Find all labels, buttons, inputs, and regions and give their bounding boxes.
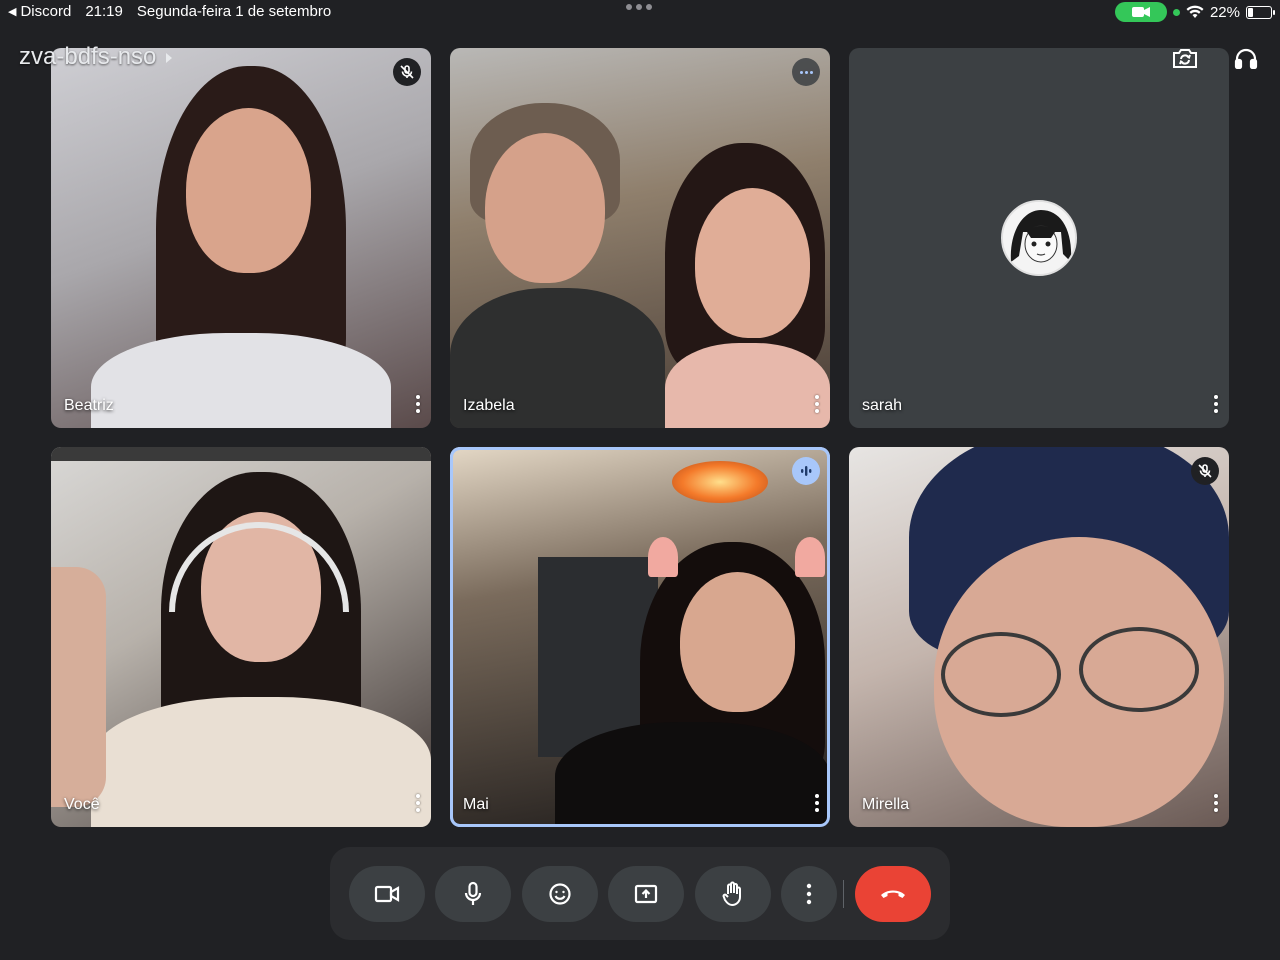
chevron-right-icon bbox=[166, 53, 173, 63]
participant-name: Izabela bbox=[463, 397, 515, 414]
more-vertical-icon[interactable] bbox=[810, 393, 824, 415]
headphones-icon bbox=[1234, 48, 1258, 69]
meeting-code-title[interactable]: zva-bdfs-nso bbox=[19, 43, 173, 71]
muted-icon bbox=[393, 58, 421, 86]
hand-icon bbox=[722, 881, 741, 907]
participant-tile-self[interactable]: Você bbox=[51, 447, 431, 827]
more-options-button[interactable] bbox=[781, 866, 837, 922]
control-divider bbox=[843, 880, 844, 908]
call-control-bar bbox=[330, 847, 950, 940]
participant-video bbox=[450, 447, 830, 827]
camera-toggle-button[interactable] bbox=[349, 866, 425, 922]
present-screen-icon bbox=[634, 884, 658, 904]
participant-video bbox=[450, 48, 830, 428]
more-vertical-icon[interactable] bbox=[411, 393, 425, 415]
participant-video bbox=[849, 447, 1229, 827]
more-vertical-icon[interactable] bbox=[810, 792, 824, 814]
participant-tile-sarah[interactable]: sarah bbox=[849, 48, 1229, 428]
audio-output-button[interactable] bbox=[1228, 40, 1264, 76]
more-options-badge-icon bbox=[792, 58, 820, 86]
reactions-button[interactable] bbox=[522, 866, 598, 922]
battery-percent: 22% bbox=[1209, 3, 1240, 21]
emoji-icon bbox=[549, 883, 571, 905]
avatar bbox=[1001, 200, 1077, 276]
participant-tile-mai[interactable]: Mai bbox=[450, 447, 830, 827]
ios-status-bar: ◀ Discord 21:19 Segunda-feira 1 de setem… bbox=[0, 0, 1280, 26]
switch-camera-button[interactable] bbox=[1167, 40, 1203, 76]
participant-video bbox=[51, 48, 431, 428]
raise-hand-button[interactable] bbox=[695, 866, 771, 922]
more-vertical-icon bbox=[806, 883, 812, 905]
more-vertical-icon[interactable] bbox=[411, 792, 425, 814]
back-app-label: Discord bbox=[20, 3, 72, 20]
speaking-indicator-icon bbox=[792, 457, 820, 485]
participant-name: Beatriz bbox=[64, 397, 114, 414]
present-screen-button[interactable] bbox=[608, 866, 684, 922]
back-arrow-icon: ◀ bbox=[8, 6, 17, 18]
muted-icon bbox=[1191, 457, 1219, 485]
video-camera-icon bbox=[374, 885, 400, 903]
participant-tile-izabela[interactable]: Izabela bbox=[450, 48, 830, 428]
more-vertical-icon[interactable] bbox=[1209, 792, 1223, 814]
participant-name: sarah bbox=[862, 397, 903, 414]
participant-video bbox=[51, 447, 431, 827]
camera-active-dot-icon bbox=[1172, 8, 1180, 16]
more-vertical-icon[interactable] bbox=[1209, 393, 1223, 415]
back-to-discord-link[interactable]: ◀ Discord bbox=[8, 3, 71, 20]
phone-hangup-icon bbox=[881, 890, 905, 898]
meeting-code: zva-bdfs-nso bbox=[19, 43, 157, 70]
participant-tile-beatriz[interactable]: Beatriz bbox=[51, 48, 431, 428]
switch-camera-icon bbox=[1173, 49, 1197, 68]
battery-icon bbox=[1246, 5, 1275, 19]
microphone-icon bbox=[464, 881, 482, 905]
video-camera-icon bbox=[1131, 7, 1150, 17]
participant-name: Mai bbox=[463, 796, 489, 813]
participant-name: Mirella bbox=[862, 796, 910, 813]
participant-tile-mirella[interactable]: Mirella bbox=[849, 447, 1229, 827]
wifi-icon bbox=[1186, 5, 1204, 18]
status-time: 21:19 bbox=[85, 3, 123, 20]
status-date: Segunda-feira 1 de setembro bbox=[136, 3, 332, 20]
camera-in-use-indicator bbox=[1114, 2, 1167, 22]
participant-name: Você bbox=[64, 796, 100, 813]
microphone-toggle-button[interactable] bbox=[435, 866, 511, 922]
hang-up-button[interactable] bbox=[855, 866, 931, 922]
multitasking-dots-icon[interactable] bbox=[626, 4, 652, 10]
